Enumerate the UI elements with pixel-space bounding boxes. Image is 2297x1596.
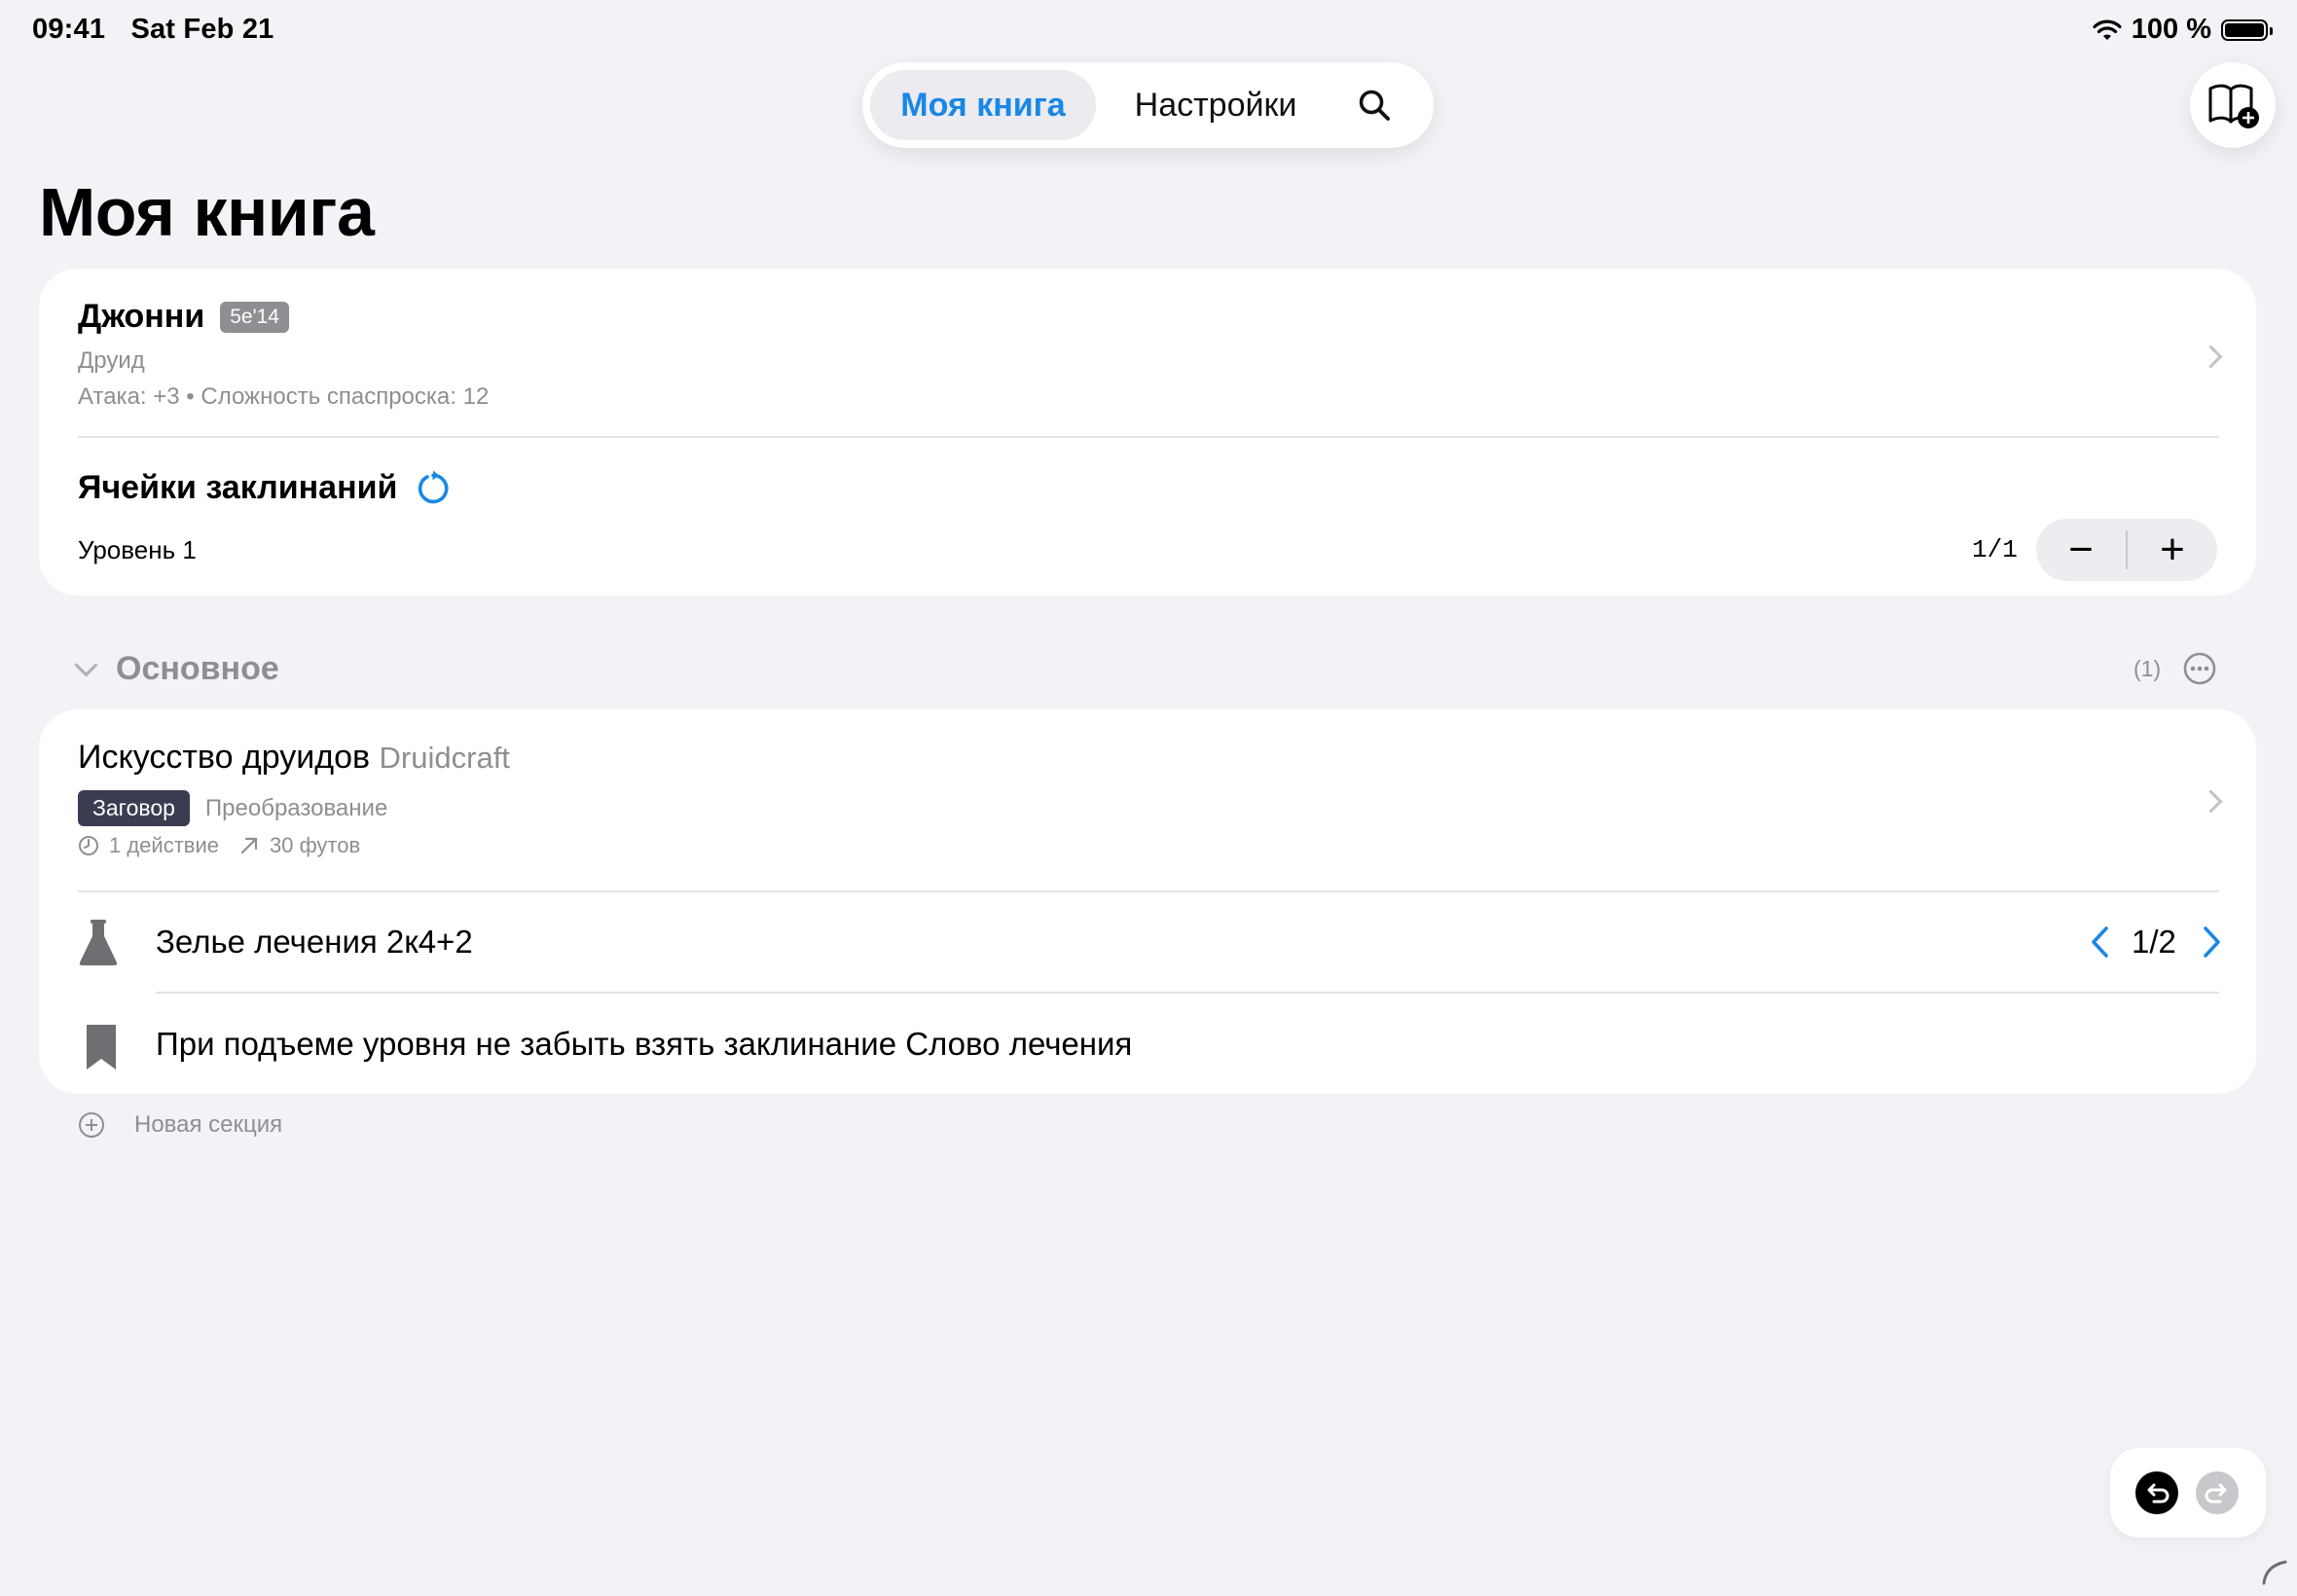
- character-class: Друид: [78, 347, 145, 374]
- chevron-left-icon[interactable]: [2089, 925, 2110, 959]
- redo-icon[interactable]: [2196, 1471, 2239, 1514]
- spell-slot-count: 1/1: [1972, 535, 2018, 564]
- character-row[interactable]: Джонни 5e'14 Друид Атака: +3 • Сложность…: [39, 269, 2256, 436]
- character-card: Джонни 5e'14 Друид Атака: +3 • Сложность…: [39, 269, 2256, 596]
- spell-slot-stepper: − +: [2036, 519, 2217, 581]
- page-title: Моя книга: [39, 174, 375, 250]
- status-time: 09:41: [32, 14, 106, 45]
- tab-settings[interactable]: Настройки: [1096, 70, 1335, 140]
- book-plus-icon: [2208, 84, 2259, 128]
- new-section-button[interactable]: Новая секция: [78, 1111, 282, 1139]
- potion-row[interactable]: Зелье лечения 2к4+2 1/2: [39, 892, 2256, 992]
- spell-slots-title: Ячейки заклинаний: [78, 469, 398, 506]
- spell-row[interactable]: Искусство друидов Druidcraft Заговор Пре…: [39, 709, 2256, 890]
- spell-name: Искусство друидов: [78, 739, 371, 776]
- chevron-right-blue-icon[interactable]: [2202, 925, 2223, 959]
- section-count: (1): [2133, 656, 2162, 681]
- chevron-right-icon: [2199, 345, 2223, 369]
- refresh-icon[interactable]: [415, 470, 452, 507]
- section-card: Искусство друидов Druidcraft Заговор Пре…: [39, 709, 2256, 1094]
- undo-redo-panel: [2110, 1448, 2266, 1538]
- casting-time: 1 действие: [109, 833, 219, 857]
- flask-icon: [79, 920, 118, 965]
- more-icon[interactable]: [2183, 652, 2216, 685]
- search-button[interactable]: [1335, 88, 1413, 123]
- resize-handle-icon[interactable]: [2260, 1557, 2289, 1586]
- status-bar-right: 100 %: [2093, 14, 2273, 46]
- search-icon: [1359, 90, 1390, 121]
- edition-badge: 5e'14: [220, 301, 289, 333]
- wifi-icon: [2093, 19, 2122, 40]
- chevron-down-icon: [74, 653, 98, 677]
- spell-slot-level: Уровень 1: [78, 535, 197, 564]
- status-date: Sat Feb 21: [130, 14, 274, 45]
- character-stats: Атака: +3 • Сложность спаспроска: 12: [78, 383, 490, 410]
- new-section-label: Новая секция: [134, 1111, 283, 1138]
- tab-my-book[interactable]: Моя книга: [870, 70, 1096, 140]
- battery-percent: 100 %: [2131, 14, 2211, 45]
- spell-school: Преобразование: [204, 794, 388, 821]
- note-text: При подъеме уровня не забыть взять закли…: [156, 1026, 1133, 1062]
- divider: [78, 436, 2219, 438]
- battery-icon: [2221, 18, 2273, 41]
- spell-level-tag: Заговор: [78, 790, 190, 826]
- chevron-right-icon: [2199, 789, 2223, 814]
- bookmark-icon: [87, 1025, 116, 1070]
- spell-range: 30 футов: [270, 833, 361, 857]
- undo-icon[interactable]: [2135, 1471, 2178, 1514]
- top-tab-bar: Моя книга Настройки: [862, 62, 1434, 148]
- status-bar-left: 09:41 Sat Feb 21: [32, 14, 292, 46]
- note-row[interactable]: При подъеме уровня не забыть взять закли…: [39, 994, 2256, 1093]
- increment-button[interactable]: +: [2128, 519, 2217, 581]
- plus-circle-icon: [79, 1112, 104, 1138]
- spell-name-en: Druidcraft: [379, 741, 510, 775]
- decrement-button[interactable]: −: [2036, 519, 2126, 581]
- character-name: Джонни: [78, 298, 205, 335]
- add-book-button[interactable]: [2190, 62, 2276, 148]
- clock-icon: [79, 836, 98, 855]
- potion-pager: 1/2: [2132, 924, 2176, 960]
- section-title: Основное: [116, 650, 279, 687]
- potion-label: Зелье лечения 2к4+2: [156, 924, 473, 960]
- section-header[interactable]: Основное: [74, 650, 279, 688]
- range-arrow-icon: [240, 837, 258, 854]
